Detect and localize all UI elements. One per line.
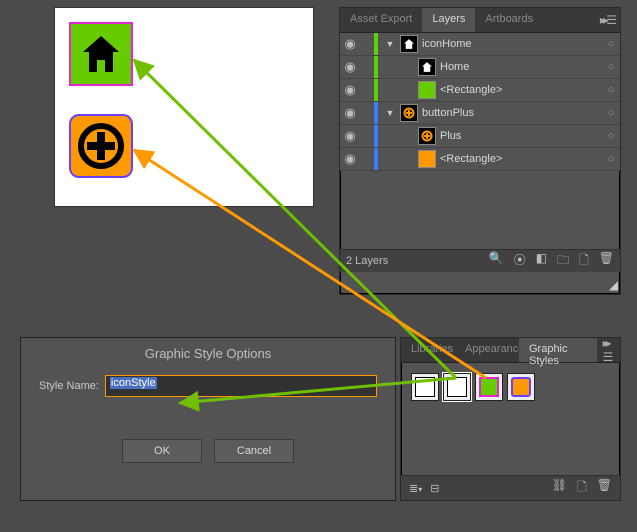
art-button-plus[interactable]	[69, 114, 133, 178]
style-swatches	[401, 363, 620, 411]
styles-footer: ≣▾ ⊟ ⛓ 🗋 🗑	[401, 475, 620, 500]
artboard-canvas	[54, 7, 314, 207]
visibility-toggle[interactable]: ◉	[340, 128, 360, 144]
layer-row[interactable]: ◉ <Rectangle>○	[340, 148, 620, 171]
cancel-button[interactable]: Cancel	[214, 439, 294, 463]
swatch-default[interactable]	[411, 373, 439, 401]
swatch-default-outline[interactable]	[443, 373, 471, 401]
visibility-toggle[interactable]: ◉	[340, 82, 360, 98]
target-icon[interactable]: ○	[602, 153, 620, 165]
layer-row[interactable]: ◉ Plus○	[340, 125, 620, 148]
layer-name[interactable]: Home	[440, 61, 602, 73]
layer-thumbnail	[400, 35, 418, 53]
new-layer-icon[interactable]: 🗋	[579, 251, 589, 272]
layers-footer: 2 Layers 🔍 ⦿ ◧ 🗀 🗋 🗑	[340, 249, 620, 272]
layer-thumbnail	[418, 127, 436, 145]
search-icon[interactable]: 🔍	[489, 251, 504, 272]
clip-mask-icon[interactable]: ◧	[536, 251, 547, 272]
layer-thumbnail	[418, 150, 436, 168]
target-icon[interactable]: ○	[602, 38, 620, 50]
panel-menu-icon[interactable]: ▸▸ ☰	[597, 338, 620, 362]
delete-icon[interactable]: 🗑	[599, 251, 614, 272]
layer-color-edge	[374, 148, 378, 170]
art-icon-home[interactable]	[69, 22, 133, 86]
new-style-icon[interactable]: 🗋	[577, 478, 587, 499]
layer-thumbnail	[400, 104, 418, 122]
layer-color-edge	[374, 33, 378, 55]
menu-icon[interactable]: ≣▾	[409, 482, 422, 495]
target-icon[interactable]: ○	[602, 61, 620, 73]
layer-row[interactable]: ◉ Home○	[340, 56, 620, 79]
layers-count: 2 Layers	[346, 255, 388, 267]
layer-name[interactable]: <Rectangle>	[440, 153, 602, 165]
ok-button[interactable]: OK	[122, 439, 202, 463]
layer-row[interactable]: ◉ ▼ iconHome○	[340, 33, 620, 56]
layer-color-edge	[374, 79, 378, 101]
tab-artboards[interactable]: Artboards	[475, 8, 543, 32]
layer-name[interactable]: Plus	[440, 130, 602, 142]
layers-panel: Asset Export Layers Artboards ▸▸ ☰ ◉ ▼ ico…	[339, 7, 621, 295]
styles-tab-bar: Libraries Appearance Graphic Styles ▸▸ ☰	[401, 338, 620, 363]
graphic-styles-panel: Libraries Appearance Graphic Styles ▸▸ ☰…	[400, 337, 621, 501]
layer-color-edge	[374, 102, 378, 124]
layer-name[interactable]: iconHome	[422, 38, 602, 50]
layer-thumbnail	[418, 58, 436, 76]
style-name-label: Style Name:	[39, 380, 99, 392]
locate-icon[interactable]: ⦿	[514, 251, 526, 272]
style-name-input[interactable]: iconStyle	[105, 375, 377, 397]
visibility-toggle[interactable]: ◉	[340, 59, 360, 75]
target-icon[interactable]: ○	[602, 84, 620, 96]
tab-appearance[interactable]: Appearance	[455, 338, 519, 362]
visibility-toggle[interactable]: ◉	[340, 151, 360, 167]
break-link-icon[interactable]: ⛓	[552, 478, 567, 499]
layer-color-edge	[374, 125, 378, 147]
layer-thumbnail	[418, 81, 436, 99]
tab-libraries[interactable]: Libraries	[401, 338, 455, 362]
layer-row[interactable]: ◉ ▼ buttonPlus○	[340, 102, 620, 125]
layer-rows: ◉▼iconHome○◉Home○◉<Rectangle>○◉▼buttonPl…	[340, 33, 620, 171]
layer-name[interactable]: buttonPlus	[422, 107, 602, 119]
swatch-icon-style-green[interactable]	[475, 373, 503, 401]
tab-asset-export[interactable]: Asset Export	[340, 8, 422, 32]
target-icon[interactable]: ○	[602, 130, 620, 142]
panel-menu-icon[interactable]: ▸▸ ☰	[594, 8, 620, 32]
visibility-toggle[interactable]: ◉	[340, 105, 360, 121]
disclosure-triangle[interactable]: ▼	[384, 108, 396, 118]
visibility-toggle[interactable]: ◉	[340, 36, 360, 52]
new-sublayer-icon[interactable]: 🗀	[557, 251, 569, 272]
graphic-style-options-dialog: Graphic Style Options Style Name: iconSt…	[20, 337, 396, 501]
delete-icon[interactable]: 🗑	[597, 478, 612, 499]
dialog-title: Graphic Style Options	[21, 338, 395, 375]
tab-layers[interactable]: Layers	[422, 8, 475, 32]
layer-name[interactable]: <Rectangle>	[440, 84, 602, 96]
storage-icon[interactable]: ⊟	[430, 482, 439, 495]
resize-corner-icon[interactable]: ◢	[609, 278, 618, 292]
panel-tab-bar: Asset Export Layers Artboards ▸▸ ☰	[340, 8, 620, 33]
layer-row[interactable]: ◉ <Rectangle>○	[340, 79, 620, 102]
tab-graphic-styles[interactable]: Graphic Styles	[519, 338, 597, 362]
disclosure-triangle[interactable]: ▼	[384, 39, 396, 49]
layer-color-edge	[374, 56, 378, 78]
plus-icon	[77, 122, 125, 170]
home-icon	[79, 32, 123, 76]
target-icon[interactable]: ○	[602, 107, 620, 119]
swatch-icon-style-orange[interactable]	[507, 373, 535, 401]
